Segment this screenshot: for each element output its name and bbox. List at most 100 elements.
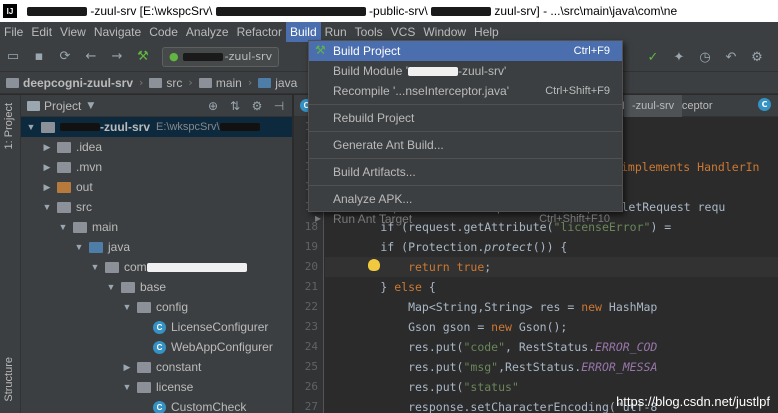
menu-item-rebuild-project[interactable]: Rebuild Project xyxy=(309,108,622,128)
push-icon[interactable]: ✦ xyxy=(669,47,689,67)
line-number: 25 xyxy=(304,360,318,373)
folder-icon xyxy=(73,221,87,233)
tree-row[interactable]: ▶ .idea xyxy=(21,137,292,157)
collapsed-arrow-icon[interactable]: ▶ xyxy=(41,182,53,193)
build-hammer-icon: ⚒ xyxy=(315,43,326,57)
breadcrumb-project[interactable]: deepcogni-zuul-srv xyxy=(6,76,133,90)
class-icon: C xyxy=(153,340,166,354)
tree-row[interactable]: ▼ java xyxy=(21,237,292,257)
menu-view[interactable]: View xyxy=(56,22,90,42)
spring-leaf-icon: ● xyxy=(169,50,179,63)
expand-arrow-icon[interactable]: ▼ xyxy=(105,282,117,292)
tab-zuul-srv[interactable]: -zuul-srv xyxy=(624,95,683,117)
package-icon xyxy=(105,261,119,273)
menu-tools[interactable]: Tools xyxy=(351,22,387,42)
tree-row[interactable]: ▼ main xyxy=(21,217,292,237)
module-folder-icon xyxy=(41,121,55,133)
tree-row[interactable]: ▼ com xyxy=(21,257,292,277)
menu-analyze[interactable]: Analyze xyxy=(182,22,233,42)
redacted-block xyxy=(146,262,247,272)
project-view-icon xyxy=(27,100,40,111)
collapsed-arrow-icon[interactable]: ▶ xyxy=(41,142,53,153)
chevron-down-icon[interactable]: ▼ xyxy=(87,101,94,111)
expand-arrow-icon[interactable]: ▼ xyxy=(121,382,133,392)
tree-row[interactable]: ▼ base xyxy=(21,277,292,297)
project-tool-button[interactable]: 1: Project xyxy=(3,103,18,149)
title-bar: IJ -zuul-srv [E:\wkspcSrv\ -public-srv\ … xyxy=(0,0,778,22)
expand-arrow-icon[interactable]: ▼ xyxy=(25,122,37,132)
settings-gear-icon[interactable]: ⚙ xyxy=(747,47,767,67)
breadcrumb-main[interactable]: main xyxy=(198,76,242,90)
redacted-block xyxy=(215,7,366,17)
menu-vcs[interactable]: VCS xyxy=(387,22,420,42)
menu-code[interactable]: Code xyxy=(145,22,182,42)
tree-row[interactable]: ▶ out xyxy=(21,177,292,197)
tree-row[interactable]: C CustomCheck xyxy=(21,397,292,413)
collapse-all-icon[interactable]: ⇅ xyxy=(226,99,244,113)
run-configuration-select[interactable]: ● -zuul-srv xyxy=(162,46,280,67)
intellij-logo-icon: IJ xyxy=(3,4,17,18)
menu-item-build-project[interactable]: ⚒ Build Project Ctrl+F9 xyxy=(309,41,622,61)
menu-build[interactable]: Build xyxy=(285,22,321,42)
forward-arrow-icon[interactable]: → xyxy=(107,47,127,67)
project-panel-title[interactable]: Project xyxy=(44,99,81,113)
watermark: https://blog.csdn.net/justlpf xyxy=(616,394,770,409)
history-clock-icon[interactable]: ◷ xyxy=(695,47,715,67)
build-hammer-icon[interactable]: ⚒ xyxy=(133,47,153,67)
line-number: 23 xyxy=(304,320,318,333)
expand-arrow-icon[interactable]: ▼ xyxy=(41,202,53,212)
line-number: 24 xyxy=(304,340,318,353)
menu-item-recompile[interactable]: Recompile '...nseInterceptor.java' Ctrl+… xyxy=(309,81,622,101)
package-icon xyxy=(137,381,151,393)
menu-edit[interactable]: Edit xyxy=(27,22,56,42)
menu-help[interactable]: Help xyxy=(470,22,503,42)
sync-icon[interactable]: ⟳ xyxy=(55,47,75,67)
collapsed-arrow-icon[interactable]: ▶ xyxy=(41,162,53,173)
tree-row-root[interactable]: ▼ -zuul-srv E:\wkspcSrv\ xyxy=(21,117,292,137)
collapsed-arrow-icon[interactable]: ▶ xyxy=(121,362,133,373)
tree-row[interactable]: ▼ src xyxy=(21,197,292,217)
back-arrow-icon[interactable]: ← xyxy=(81,47,101,67)
menu-item-build-module[interactable]: Build Module ' -zuul-srv' xyxy=(309,61,622,81)
commit-check-icon[interactable]: ✓ xyxy=(643,47,663,67)
tree-row[interactable]: ▼ license xyxy=(21,377,292,397)
class-icon: C xyxy=(758,98,771,111)
redacted-block xyxy=(60,123,100,131)
menu-item-build-artifacts[interactable]: Build Artifacts... xyxy=(309,162,622,182)
tree-row[interactable]: ▶ constant xyxy=(21,357,292,377)
line-number: 26 xyxy=(304,380,318,393)
locate-target-icon[interactable]: ⊕ xyxy=(204,99,222,113)
save-icon[interactable]: ▪ xyxy=(29,47,49,67)
breadcrumb-java[interactable]: java xyxy=(258,76,297,90)
settings-gear-icon[interactable]: ⚙ xyxy=(248,99,266,113)
class-icon: C xyxy=(153,320,166,334)
tree-row[interactable]: ▶ .mvn xyxy=(21,157,292,177)
open-folder-icon[interactable]: ▭ xyxy=(3,47,23,67)
hide-panel-icon[interactable]: ⊣ xyxy=(270,99,288,113)
folder-icon xyxy=(57,141,71,153)
expand-arrow-icon[interactable]: ▼ xyxy=(73,242,85,252)
structure-icon[interactable]: ▤ xyxy=(773,47,778,67)
tree-row[interactable]: C LicenseConfigurer xyxy=(21,317,292,337)
revert-icon[interactable]: ↶ xyxy=(721,47,741,67)
menu-refactor[interactable]: Refactor xyxy=(233,22,286,42)
tree-row[interactable]: C WebAppConfigurer xyxy=(21,337,292,357)
menu-file[interactable]: File xyxy=(0,22,27,42)
menu-item-analyze-apk[interactable]: Analyze APK... xyxy=(309,189,622,209)
tree-row[interactable]: ▼ config xyxy=(21,297,292,317)
breadcrumb-separator: › xyxy=(247,76,253,89)
expand-arrow-icon[interactable]: ▼ xyxy=(89,262,101,272)
code-line: Gson gson = new Gson(); xyxy=(325,320,568,334)
code-line: if (Protection.protect()) { xyxy=(325,240,568,254)
menu-item-generate-ant-build[interactable]: Generate Ant Build... xyxy=(309,135,622,155)
menu-navigate[interactable]: Navigate xyxy=(90,22,145,42)
structure-tool-button[interactable]: Structure xyxy=(3,357,18,402)
menu-run[interactable]: Run xyxy=(321,22,351,42)
intention-bulb-icon[interactable] xyxy=(368,259,380,271)
line-number: 22 xyxy=(304,300,318,313)
expand-arrow-icon[interactable]: ▼ xyxy=(57,222,69,232)
line-number: 20 xyxy=(304,260,318,273)
breadcrumb-src[interactable]: src xyxy=(149,76,182,90)
menu-window[interactable]: Window xyxy=(419,22,470,42)
expand-arrow-icon[interactable]: ▼ xyxy=(121,302,133,312)
